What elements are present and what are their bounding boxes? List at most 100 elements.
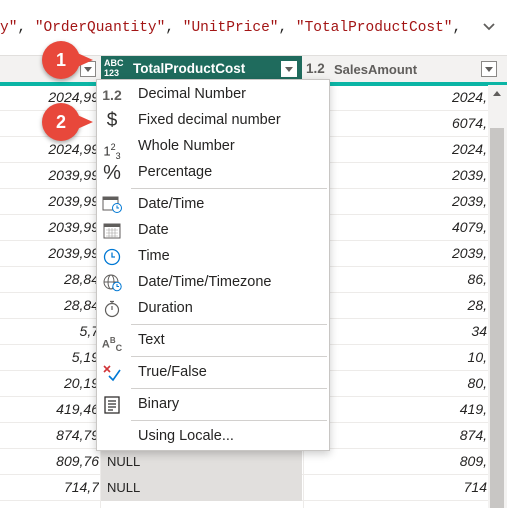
cell-prev-column[interactable]: 5,7	[0, 323, 99, 339]
menu-item-label: Using Locale...	[138, 428, 234, 444]
clock-icon	[103, 248, 121, 266]
formula-token: "OrderQuantity"	[34, 20, 166, 36]
menu-item-time[interactable]: Time	[97, 244, 329, 270]
vertical-scrollbar[interactable]	[488, 85, 507, 508]
cell-prev-column[interactable]: 2024,99	[0, 89, 99, 105]
menu-item-label: True/False	[138, 364, 207, 380]
column-filter-button[interactable]	[481, 61, 497, 77]
cell-value: NULL	[107, 480, 141, 495]
cell-salesamount[interactable]: 86,	[304, 271, 487, 287]
column-name: TotalProductCost	[133, 61, 246, 76]
menu-item-label: Binary	[138, 396, 180, 412]
cell-prev-column[interactable]: 28,84	[0, 271, 99, 287]
cell-salesamount[interactable]: 2039,	[304, 167, 487, 183]
menu-item-label: Date	[138, 222, 169, 238]
cell-salesamount[interactable]: 2024,	[304, 141, 487, 157]
cell-prev-column[interactable]: 2039,99	[0, 167, 99, 183]
menu-separator	[131, 388, 327, 389]
scrollbar-thumb[interactable]	[490, 128, 504, 508]
menu-separator	[131, 420, 327, 421]
cell-salesamount[interactable]: 419,	[304, 401, 487, 417]
menu-item-decimal-number[interactable]: 1.2 Decimal Number	[97, 82, 329, 108]
text-type-icon: ABC	[101, 336, 123, 353]
menu-item-fixed-decimal[interactable]: $ Fixed decimal number	[97, 108, 329, 134]
cell-totalproductcost[interactable]: NULL	[101, 475, 302, 501]
cell-prev-column[interactable]: 28,84	[0, 297, 99, 313]
binary-icon	[104, 396, 120, 414]
cell-value: NULL	[107, 454, 141, 469]
cell-salesamount[interactable]: 34	[304, 323, 487, 339]
cell-salesamount[interactable]: 809,	[304, 453, 487, 469]
menu-item-whole-number[interactable]: 123 Whole Number	[97, 134, 329, 161]
menu-item-label: Date/Time	[138, 196, 205, 212]
cell-salesamount[interactable]: 2039,	[304, 193, 487, 209]
menu-item-date[interactable]: Date	[97, 218, 329, 244]
formula-separator: ,	[278, 20, 296, 36]
cell-prev-column[interactable]: 20,19	[0, 375, 99, 391]
menu-item-true-false[interactable]: True/False	[97, 360, 329, 386]
data-type-menu: 1.2 Decimal Number $ Fixed decimal numbe…	[96, 79, 330, 451]
decimal-number-icon: 1.2	[102, 87, 122, 103]
cell-salesamount[interactable]: 6074,	[304, 115, 487, 131]
formula-separator: ,	[452, 20, 462, 36]
menu-item-label: Date/Time/Timezone	[138, 274, 272, 290]
menu-item-label: Fixed decimal number	[138, 112, 281, 128]
formula-token: "UnitPrice"	[182, 20, 279, 36]
globe-clock-icon	[103, 274, 122, 292]
whole-number-icon: 123	[103, 142, 121, 161]
cell-prev-column[interactable]: 419,46	[0, 401, 99, 417]
column-header-salesamount[interactable]: 1.2 SalesAmount	[304, 56, 507, 82]
menu-separator	[131, 324, 327, 325]
type-any-icon[interactable]: ABC 123	[104, 58, 124, 78]
dollar-icon: $	[106, 110, 118, 131]
cell-salesamount[interactable]: 2024,	[304, 89, 487, 105]
chevron-down-icon[interactable]	[481, 18, 497, 34]
cell-salesamount[interactable]: 28,	[304, 297, 487, 313]
cell-prev-column[interactable]: 5,19	[0, 349, 99, 365]
formula-separator: ,	[17, 20, 35, 36]
menu-item-label: Percentage	[138, 164, 213, 180]
stopwatch-icon	[104, 300, 120, 318]
menu-item-duration[interactable]: Duration	[97, 296, 329, 322]
cell-prev-column[interactable]: 2039,99	[0, 193, 99, 209]
cell-salesamount[interactable]: 714	[304, 479, 487, 495]
cell-prev-column[interactable]: 2039,99	[0, 245, 99, 261]
true-false-icon	[103, 365, 121, 382]
formula-token: "TotalProductCost"	[295, 20, 453, 36]
menu-item-label: Whole Number	[138, 138, 235, 154]
cell-salesamount[interactable]: 80,	[304, 375, 487, 391]
formula-text[interactable]: y", "OrderQuantity", "UnitPrice", "Total…	[0, 20, 461, 36]
calendar-clock-icon	[102, 196, 122, 213]
formula-separator: ,	[165, 20, 183, 36]
cell-prev-column[interactable]: 714,7	[0, 479, 99, 495]
percent-icon: %	[103, 162, 121, 184]
formula-bar[interactable]: y", "OrderQuantity", "UnitPrice", "Total…	[0, 0, 507, 46]
scroll-up-icon[interactable]	[493, 91, 501, 96]
menu-item-binary[interactable]: Binary	[97, 392, 329, 418]
cell-prev-column[interactable]: 809,76	[0, 453, 99, 469]
column-name: SalesAmount	[334, 62, 418, 77]
menu-item-text[interactable]: ABC Text	[97, 328, 329, 354]
cell-salesamount[interactable]: 2039,	[304, 245, 487, 261]
menu-separator	[131, 356, 327, 357]
cell-prev-column[interactable]: 2039,99	[0, 219, 99, 235]
cell-prev-column[interactable]: 2024,99	[0, 141, 99, 157]
menu-item-label: Text	[138, 332, 165, 348]
menu-item-label: Decimal Number	[138, 86, 246, 102]
menu-item-using-locale[interactable]: Using Locale...	[97, 424, 329, 450]
callout-badge-2: 2	[42, 103, 93, 141]
menu-separator	[131, 188, 327, 189]
menu-item-datetime[interactable]: Date/Time	[97, 192, 329, 218]
column-filter-button[interactable]	[281, 61, 297, 77]
menu-item-percentage[interactable]: % Percentage	[97, 160, 329, 186]
callout-badge-1: 1	[42, 41, 93, 79]
type-decimal-icon[interactable]: 1.2	[306, 61, 325, 76]
cell-salesamount[interactable]: 4079,	[304, 219, 487, 235]
menu-item-label: Duration	[138, 300, 193, 316]
menu-item-datetimezone[interactable]: Date/Time/Timezone	[97, 270, 329, 296]
cell-salesamount[interactable]: 10,	[304, 349, 487, 365]
cell-totalproductcost[interactable]: NULL	[101, 449, 302, 475]
cell-salesamount[interactable]: 874,	[304, 427, 487, 443]
cell-prev-column[interactable]: 874,79	[0, 427, 99, 443]
calendar-icon	[103, 223, 121, 239]
